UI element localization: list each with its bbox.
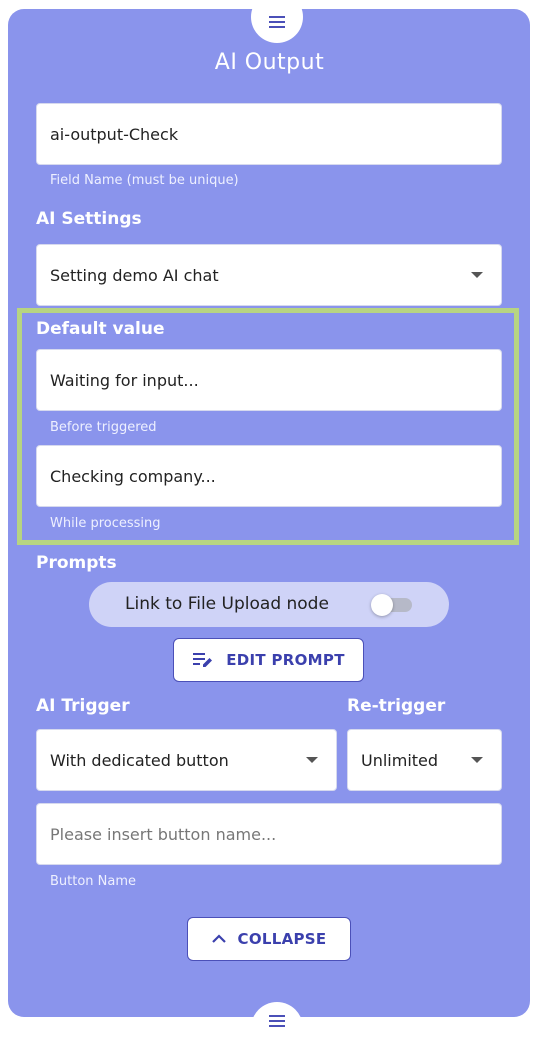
while-processing-input[interactable]: Checking company... (36, 445, 502, 507)
menu-lines-icon (269, 1015, 285, 1027)
drag-handle-bottom[interactable] (251, 1002, 303, 1054)
field-name-value: ai-output-Check (50, 124, 179, 144)
before-triggered-value: Waiting for input... (50, 370, 199, 390)
button-name-placeholder: Please insert button name... (50, 824, 277, 844)
panel-title: AI Output (214, 50, 325, 75)
ai-settings-label: AI Settings (36, 209, 142, 229)
default-value-label: Default value (36, 319, 165, 339)
menu-lines-icon (269, 16, 285, 28)
button-name-input[interactable]: Please insert button name... (36, 803, 502, 865)
re-trigger-label: Re-trigger (347, 696, 446, 716)
field-name-helper: Field Name (must be unique) (50, 173, 239, 188)
field-name-input[interactable]: ai-output-Check (36, 103, 502, 165)
collapse-label: COLLAPSE (237, 930, 327, 948)
edit-lines-icon (193, 653, 213, 667)
caret-down-icon (471, 757, 483, 763)
before-triggered-helper: Before triggered (50, 420, 157, 435)
re-trigger-value: Unlimited (361, 750, 439, 770)
ai-trigger-select[interactable]: With dedicated button (36, 729, 337, 791)
toggle-switch-knob[interactable] (371, 594, 393, 616)
ai-trigger-value: With dedicated button (50, 750, 229, 770)
edit-prompt-button[interactable]: EDIT PROMPT (173, 638, 364, 682)
button-name-helper: Button Name (50, 874, 137, 889)
file-upload-toggle-label: Link to File Upload node (125, 594, 329, 614)
while-processing-helper: While processing (50, 516, 161, 531)
re-trigger-select[interactable]: Unlimited (347, 729, 502, 791)
ai-settings-value: Setting demo AI chat (50, 265, 219, 285)
file-upload-toggle[interactable]: Link to File Upload node (89, 582, 449, 627)
edit-prompt-label: EDIT PROMPT (226, 651, 345, 669)
caret-down-icon (306, 757, 318, 763)
chevron-up-icon (211, 934, 226, 943)
drag-handle-top[interactable] (251, 0, 303, 43)
while-processing-value: Checking company... (50, 466, 216, 486)
prompts-label: Prompts (36, 553, 117, 573)
ai-trigger-label: AI Trigger (36, 696, 130, 716)
ai-settings-select[interactable]: Setting demo AI chat (36, 244, 502, 306)
collapse-button[interactable]: COLLAPSE (187, 917, 351, 961)
before-triggered-input[interactable]: Waiting for input... (36, 349, 502, 411)
caret-down-icon (471, 272, 483, 278)
